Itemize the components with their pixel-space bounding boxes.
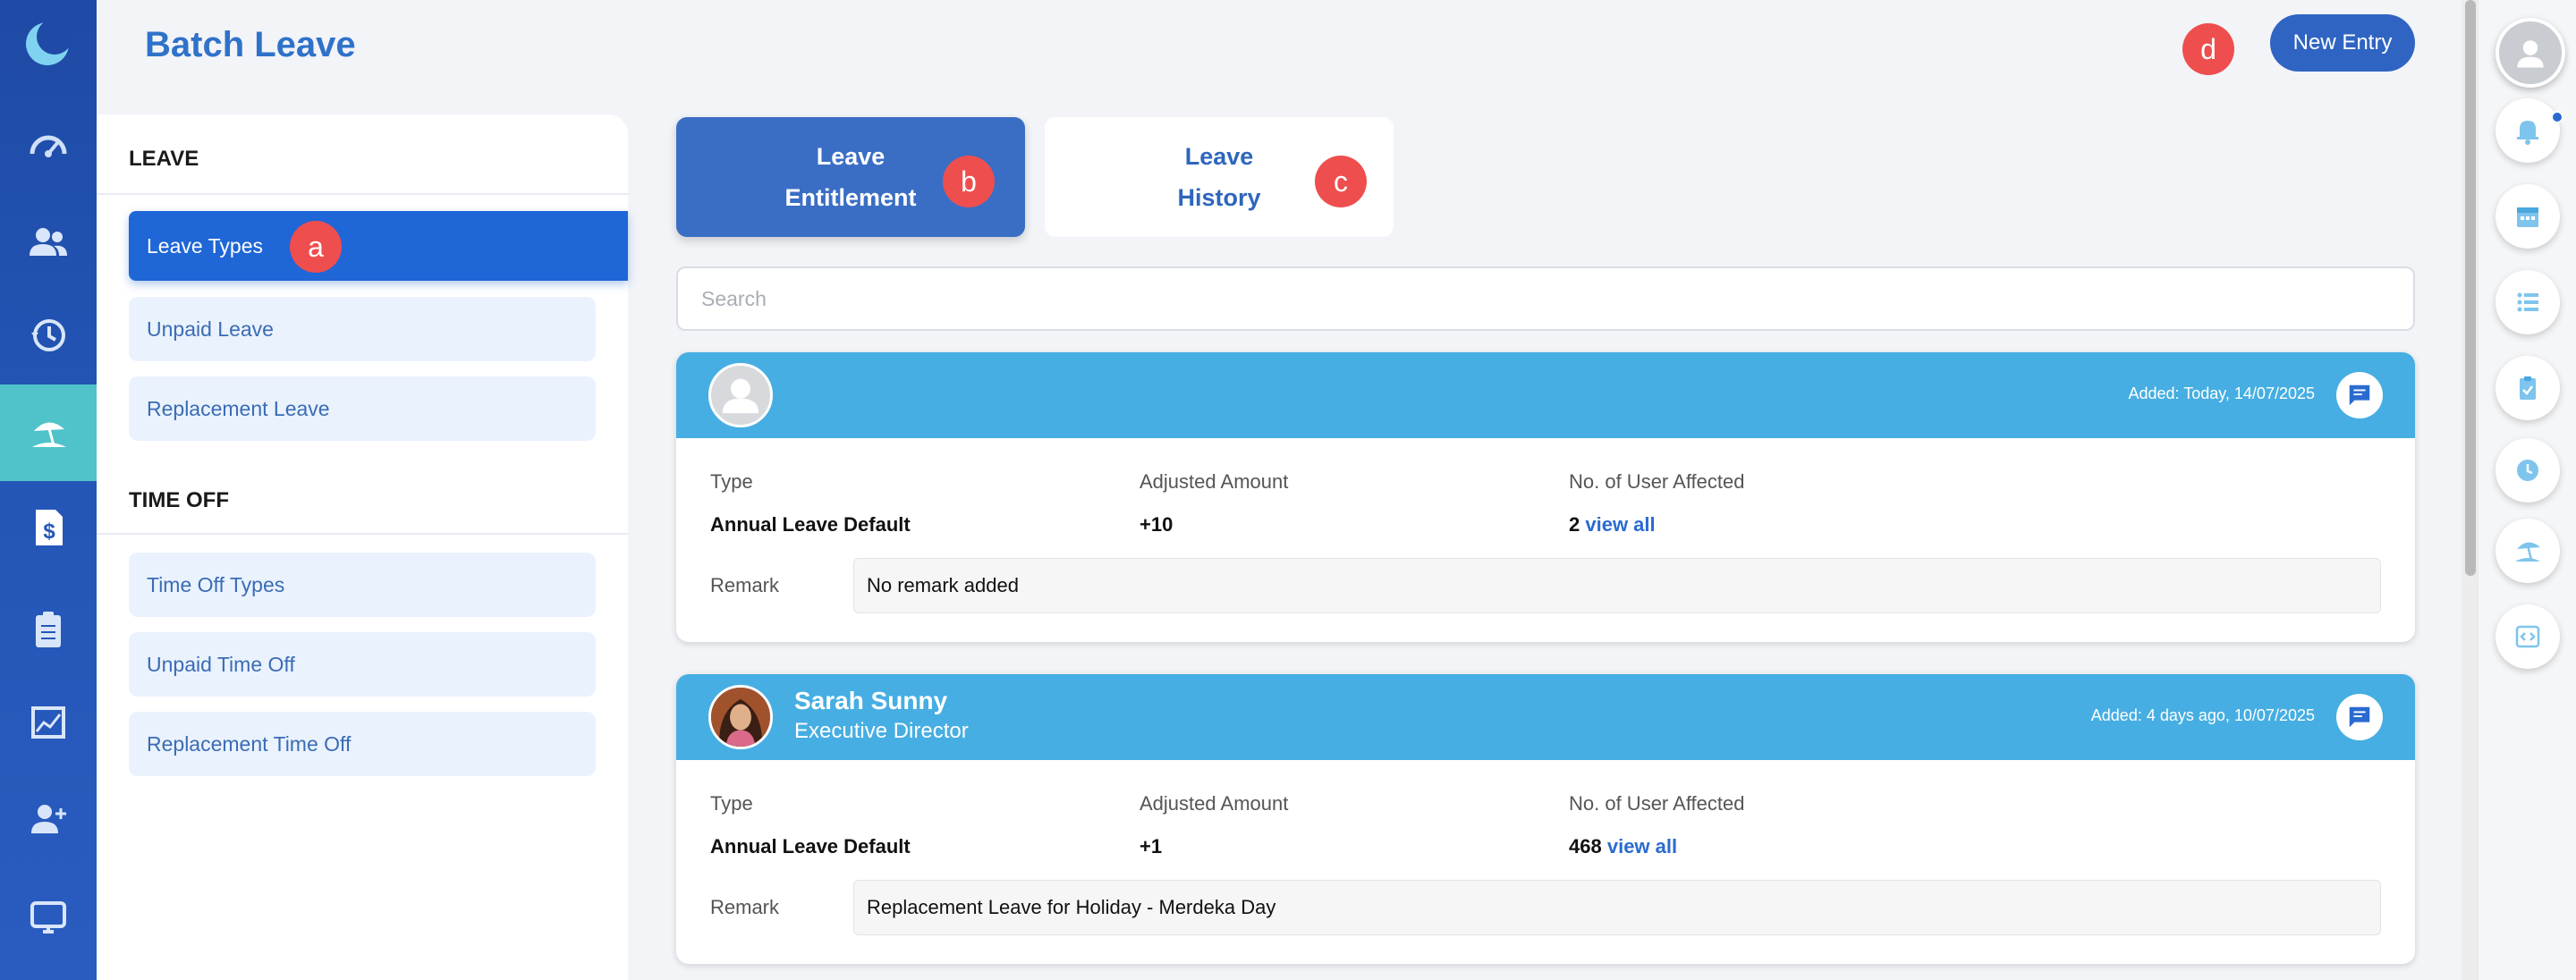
profile-avatar-icon[interactable] bbox=[2496, 18, 2565, 88]
annotation-marker-d: d bbox=[2182, 23, 2234, 75]
annotation-marker-b: b bbox=[943, 156, 995, 207]
creator-name: Sarah Sunny bbox=[794, 687, 948, 714]
bell-icon bbox=[2517, 121, 2538, 145]
nav-item-label: Replacement Time Off bbox=[147, 731, 352, 756]
scrollbar-thumb[interactable] bbox=[2465, 0, 2476, 576]
svg-text:$: $ bbox=[43, 520, 55, 544]
annotation-marker-c: c bbox=[1315, 156, 1367, 207]
payroll-dollar-icon[interactable]: $ bbox=[0, 479, 97, 576]
users-count: 468 bbox=[1569, 835, 1602, 858]
tab-label-line1: Leave bbox=[1184, 143, 1254, 170]
avatar bbox=[708, 685, 773, 749]
page-title: Batch Leave bbox=[145, 25, 356, 64]
batch-entry-card: Sarah Sunny Executive Director Added: 4 … bbox=[676, 674, 2415, 964]
nav-item-time-off-types[interactable]: Time Off Types bbox=[129, 553, 596, 617]
beach-icon bbox=[2515, 542, 2540, 562]
tasks-button[interactable] bbox=[2496, 356, 2560, 420]
divider bbox=[97, 533, 628, 535]
nav-item-replacement-time-off[interactable]: Replacement Time Off bbox=[129, 712, 596, 776]
chart-icon[interactable] bbox=[0, 674, 97, 771]
creator-role: Executive Director bbox=[794, 719, 969, 743]
type-label: Type bbox=[710, 792, 753, 815]
adjusted-amount-value: +1 bbox=[1140, 835, 1163, 858]
list-button[interactable] bbox=[2496, 270, 2560, 334]
view-all-link[interactable]: view all bbox=[1585, 513, 1655, 536]
nav-item-label: Replacement Leave bbox=[147, 396, 330, 420]
add-user-icon[interactable] bbox=[0, 771, 97, 867]
user-photo-icon bbox=[711, 688, 770, 747]
comment-button[interactable] bbox=[2336, 372, 2383, 418]
new-entry-button[interactable]: New Entry bbox=[2270, 14, 2415, 72]
list-icon bbox=[2517, 292, 2538, 312]
type-label: Type bbox=[710, 470, 753, 493]
moon-logo-icon[interactable] bbox=[23, 19, 72, 68]
nav-item-unpaid-time-off[interactable]: Unpaid Time Off bbox=[129, 632, 596, 697]
users-affected-label: No. of User Affected bbox=[1569, 470, 1745, 493]
notifications-button[interactable] bbox=[2496, 98, 2560, 163]
leave-beach-icon[interactable] bbox=[0, 384, 97, 481]
main-sidebar: $ bbox=[0, 0, 97, 980]
comment-button[interactable] bbox=[2336, 694, 2383, 740]
clipboard-icon[interactable] bbox=[0, 581, 97, 678]
card-header: Added: Today, 14/07/2025 bbox=[676, 352, 2415, 438]
nav-item-label: Leave Types bbox=[147, 233, 264, 258]
users-affected-value: 2 view all bbox=[1569, 513, 1656, 536]
time-off-section-heading: TIME OFF bbox=[129, 488, 229, 512]
chat-bubble-icon bbox=[2349, 706, 2370, 728]
embed-button[interactable] bbox=[2496, 604, 2560, 669]
dashboard-gauge-icon[interactable] bbox=[0, 98, 97, 195]
card-header: Sarah Sunny Executive Director Added: 4 … bbox=[676, 674, 2415, 760]
calendar-button[interactable] bbox=[2496, 184, 2560, 249]
users-affected-label: No. of User Affected bbox=[1569, 792, 1745, 815]
annotation-marker-a: a bbox=[290, 221, 342, 273]
adjusted-amount-label: Adjusted Amount bbox=[1140, 470, 1289, 493]
nav-item-unpaid-leave[interactable]: Unpaid Leave bbox=[129, 297, 596, 361]
leave-section-heading: LEAVE bbox=[129, 147, 199, 171]
tab-label-line2: History bbox=[1177, 184, 1261, 211]
nav-item-label: Time Off Types bbox=[147, 572, 285, 596]
leave-type-value: Annual Leave Default bbox=[710, 513, 911, 536]
users-count: 2 bbox=[1569, 513, 1580, 536]
remark-field: No remark added bbox=[853, 558, 2381, 613]
adjusted-amount-label: Adjusted Amount bbox=[1140, 792, 1289, 815]
nav-item-leave-types[interactable]: Leave Types bbox=[129, 211, 628, 281]
leave-button[interactable] bbox=[2496, 519, 2560, 583]
added-timestamp: Added: 4 days ago, 10/07/2025 bbox=[2090, 706, 2315, 724]
remark-label: Remark bbox=[710, 574, 780, 596]
nav-item-label: Unpaid Leave bbox=[147, 317, 274, 341]
checklist-icon bbox=[2520, 376, 2536, 400]
time-button[interactable] bbox=[2496, 438, 2560, 503]
leave-settings-panel: LEAVE Leave Types Unpaid Leave Replaceme… bbox=[97, 114, 628, 980]
notification-badge bbox=[2551, 111, 2563, 123]
avatar bbox=[708, 363, 773, 427]
view-all-link[interactable]: view all bbox=[1607, 835, 1677, 858]
batch-entry-card: Added: Today, 14/07/2025 Type Adjusted A… bbox=[676, 352, 2415, 642]
remark-field: Replacement Leave for Holiday - Merdeka … bbox=[853, 880, 2381, 935]
adjusted-amount-value: +10 bbox=[1140, 513, 1174, 536]
calendar-icon bbox=[2517, 207, 2538, 227]
people-icon[interactable] bbox=[0, 195, 97, 291]
clock-icon bbox=[2517, 460, 2538, 481]
divider bbox=[97, 193, 628, 195]
code-icon bbox=[2515, 625, 2540, 648]
search-input[interactable] bbox=[676, 266, 2415, 331]
users-affected-value: 468 view all bbox=[1569, 835, 1677, 858]
remark-label: Remark bbox=[710, 896, 780, 918]
tab-label-line2: Entitlement bbox=[784, 184, 917, 211]
chat-bubble-icon bbox=[2349, 384, 2370, 406]
monitor-icon[interactable] bbox=[0, 869, 97, 966]
history-clock-icon[interactable] bbox=[0, 286, 97, 383]
tab-label-line1: Leave bbox=[816, 143, 886, 170]
default-avatar-icon bbox=[722, 378, 759, 414]
nav-item-label: Unpaid Time Off bbox=[147, 652, 295, 676]
leave-type-value: Annual Leave Default bbox=[710, 835, 911, 858]
added-timestamp: Added: Today, 14/07/2025 bbox=[2128, 384, 2315, 402]
nav-item-replacement-leave[interactable]: Replacement Leave bbox=[129, 376, 596, 441]
